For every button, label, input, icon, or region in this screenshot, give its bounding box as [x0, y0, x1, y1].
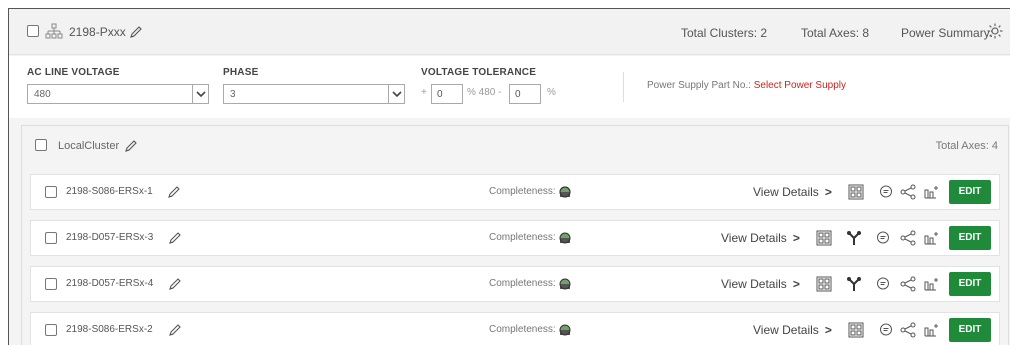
chevron-down-icon[interactable]	[388, 85, 404, 103]
tolerance-plus-value: 0	[437, 89, 443, 100]
phase-value: 3	[230, 89, 236, 100]
chevron-down-icon[interactable]	[192, 85, 208, 103]
cluster-checkbox[interactable]	[35, 139, 47, 151]
tree-icon	[45, 23, 63, 39]
status-dot-icon	[559, 186, 571, 198]
power-summary-label: Power Summary:	[901, 26, 994, 40]
row-checkbox[interactable]	[45, 232, 57, 244]
system-checkbox[interactable]	[27, 25, 39, 37]
system-header: 2198-Pxxx Total Clusters: 2 Total Axes: …	[9, 9, 1010, 55]
share-icon[interactable]	[900, 230, 916, 246]
completeness-label: Completeness:	[489, 232, 556, 243]
add-chart-icon[interactable]	[924, 230, 940, 246]
pencil-icon[interactable]	[168, 231, 182, 245]
axis-row: 2198-S086-ERSx-1 Completeness: View Deta…	[30, 174, 1000, 210]
divider	[623, 72, 624, 102]
sun-icon[interactable]	[987, 23, 1003, 39]
completeness-label: Completeness:	[489, 278, 556, 289]
edit-button[interactable]: EDIT	[949, 272, 991, 296]
comment-icon[interactable]	[875, 230, 891, 246]
total-clusters: Total Clusters: 2	[681, 26, 768, 40]
view-details-link[interactable]: View Details >	[753, 185, 832, 199]
tolerance-plus-sign: +	[421, 87, 427, 98]
status-dot-icon	[559, 324, 571, 336]
view-details-link[interactable]: View Details >	[721, 231, 800, 245]
branch-icon[interactable]	[846, 230, 862, 246]
phase-label: PHASE	[223, 67, 259, 78]
axis-name: 2198-S086-ERSx-1	[66, 186, 153, 197]
drive-system-panel: 2198-Pxxx Total Clusters: 2 Total Axes: …	[8, 8, 1010, 345]
add-chart-icon[interactable]	[924, 322, 940, 338]
pencil-icon[interactable]	[129, 25, 143, 39]
tolerance-unit: %	[547, 87, 556, 98]
axis-name: 2198-S086-ERSx-2	[66, 324, 153, 335]
row-checkbox[interactable]	[45, 186, 57, 198]
view-details-link[interactable]: View Details >	[721, 277, 800, 291]
grid-icon[interactable]	[816, 230, 832, 246]
view-details-link[interactable]: View Details >	[753, 323, 832, 337]
ac-line-voltage-select[interactable]: 480	[27, 84, 209, 104]
status-dot-icon	[559, 232, 571, 244]
pencil-icon[interactable]	[124, 139, 138, 153]
ac-line-voltage-value: 480	[34, 89, 51, 100]
edit-button[interactable]: EDIT	[949, 226, 991, 250]
axis-row: 2198-D057-ERSx-4 Completeness: View Deta…	[30, 266, 1000, 302]
completeness-label: Completeness:	[489, 186, 556, 197]
row-checkbox[interactable]	[45, 324, 57, 336]
view-details-label: View Details	[721, 231, 787, 245]
power-settings: AC LINE VOLTAGE 480 PHASE 3 VOLTAGE TOLE…	[9, 56, 1010, 118]
view-details-label: View Details	[753, 323, 819, 337]
phase-select[interactable]: 3	[223, 84, 405, 104]
tolerance-minus-input[interactable]: 0	[509, 84, 541, 104]
share-icon[interactable]	[900, 184, 916, 200]
local-cluster: LocalCluster Total Axes: 4 2198-S086-ERS…	[21, 125, 1009, 345]
axis-row: 2198-S086-ERSx-2 Completeness: View Deta…	[30, 312, 1000, 345]
pencil-icon[interactable]	[168, 277, 182, 291]
ac-line-voltage-label: AC LINE VOLTAGE	[27, 67, 120, 78]
branch-icon[interactable]	[846, 276, 862, 292]
select-power-supply-link[interactable]: Select Power Supply	[754, 80, 846, 91]
pencil-icon[interactable]	[168, 323, 182, 337]
grid-icon[interactable]	[816, 276, 832, 292]
cluster-total-axes: Total Axes: 4	[935, 140, 998, 152]
grid-icon[interactable]	[848, 184, 864, 200]
tolerance-minus-value: 0	[515, 89, 521, 100]
power-supply-label-text: Power Supply Part No.:	[647, 80, 751, 91]
view-details-label: View Details	[753, 185, 819, 199]
comment-icon[interactable]	[878, 322, 894, 338]
system-title: 2198-Pxxx	[69, 25, 126, 39]
total-axes: Total Axes: 8	[801, 26, 870, 40]
power-supply-label: Power Supply Part No.: Select Power Supp…	[647, 80, 846, 91]
add-chart-icon[interactable]	[924, 184, 940, 200]
share-icon[interactable]	[900, 322, 916, 338]
axis-row: 2198-D057-ERSx-3 Completeness: View Deta…	[30, 220, 1000, 256]
edit-button[interactable]: EDIT	[949, 180, 991, 204]
comment-icon[interactable]	[875, 276, 891, 292]
axis-name: 2198-D057-ERSx-3	[66, 232, 154, 243]
axis-name: 2198-D057-ERSx-4	[66, 278, 154, 289]
voltage-tolerance-label: VOLTAGE TOLERANCE	[421, 67, 537, 78]
grid-icon[interactable]	[848, 322, 864, 338]
cluster-header: LocalCluster Total Axes: 4	[22, 126, 1008, 166]
add-chart-icon[interactable]	[924, 276, 940, 292]
cluster-title: LocalCluster	[58, 140, 120, 152]
tolerance-plus-input[interactable]: 0	[431, 84, 463, 104]
status-dot-icon	[559, 278, 571, 290]
row-checkbox[interactable]	[45, 278, 57, 290]
view-details-label: View Details	[721, 277, 787, 291]
completeness-label: Completeness:	[489, 324, 556, 335]
comment-icon[interactable]	[878, 184, 894, 200]
tolerance-mid-text: % 480 -	[467, 87, 502, 98]
edit-button[interactable]: EDIT	[949, 318, 991, 342]
pencil-icon[interactable]	[167, 185, 181, 199]
share-icon[interactable]	[900, 276, 916, 292]
